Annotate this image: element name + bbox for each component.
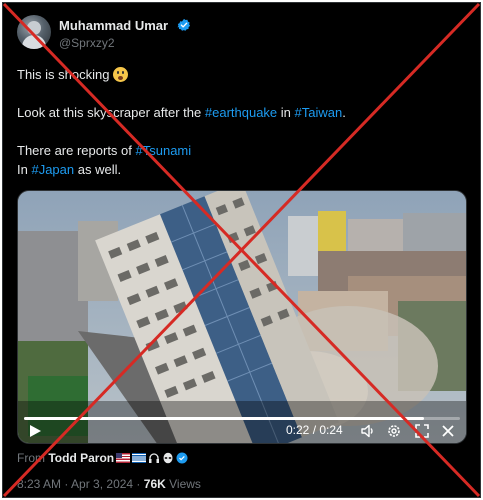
avatar-body-shape xyxy=(22,35,46,49)
views-count: 76K xyxy=(143,477,166,491)
settings-icon[interactable] xyxy=(386,423,402,439)
video-time-readout: 0:22 / 0:24 xyxy=(286,423,343,437)
tweet-text: This is shocking Look at this skyscraper… xyxy=(17,65,467,179)
hashtag-earthquake-link[interactable]: #earthquake xyxy=(205,105,277,120)
meta-separator-1: · xyxy=(61,477,72,491)
video-frame-image xyxy=(18,191,466,443)
views-label: Views xyxy=(165,477,201,491)
tweet-line-4-suffix: as well. xyxy=(74,162,122,177)
volume-icon[interactable] xyxy=(360,423,376,439)
attribution-verified-badge-icon xyxy=(176,452,188,464)
tweet-line-2: Look at this skyscraper after the #earth… xyxy=(17,103,467,122)
tweet-line-2-middle: in xyxy=(277,105,295,120)
tweet-line-3-prefix: There are reports of xyxy=(17,143,136,158)
tweet-time[interactable]: 8:23 AM xyxy=(17,477,61,491)
anxious-face-emoji-icon xyxy=(113,67,129,82)
video-controls: 0:22 / 0:24 xyxy=(18,419,466,443)
alien-icon xyxy=(163,452,173,464)
hashtag-japan-link[interactable]: #Japan xyxy=(31,162,74,177)
tweet-line-3: There are reports of #Tsunami xyxy=(17,141,467,160)
play-icon[interactable] xyxy=(28,424,42,438)
attribution-name-link[interactable]: Todd Paron xyxy=(48,451,114,465)
video-attribution: From Todd Paron xyxy=(17,451,188,465)
author-name[interactable]: Muhammad Umar xyxy=(59,18,168,33)
tweet-line-1-text: This is shocking xyxy=(17,67,110,82)
tweet-card: Muhammad Umar @Sprxzy2 This is shocking … xyxy=(2,2,481,498)
tweet-line-4-prefix: In xyxy=(17,162,32,177)
tweet-meta: 8:23 AM · Apr 3, 2024 · 76K Views xyxy=(17,477,201,491)
video-player[interactable]: 0:22 / 0:24 xyxy=(17,190,467,444)
tweet-date[interactable]: Apr 3, 2024 xyxy=(71,477,133,491)
headphones-icon xyxy=(149,453,160,463)
tweet-line-1: This is shocking xyxy=(17,65,467,84)
meta-separator-2: · xyxy=(133,477,144,491)
fullscreen-icon[interactable] xyxy=(414,423,430,439)
tweet-line-2-suffix: . xyxy=(342,105,346,120)
hashtag-tsunami-link[interactable]: #Tsunami xyxy=(136,143,192,158)
tweet-line-2-prefix: Look at this skyscraper after the xyxy=(17,105,205,120)
verified-badge-icon xyxy=(177,18,191,31)
from-label: From xyxy=(17,451,45,465)
greek-flag-icon xyxy=(132,453,147,463)
avatar-head-shape xyxy=(27,21,41,35)
hashtag-taiwan-link[interactable]: #Taiwan xyxy=(295,105,343,120)
close-icon[interactable] xyxy=(440,423,456,439)
tweet-line-4: In #Japan as well. xyxy=(17,160,467,179)
us-flag-icon xyxy=(116,453,131,463)
avatar[interactable] xyxy=(17,15,51,49)
author-handle[interactable]: @Sprxzy2 xyxy=(59,36,115,50)
